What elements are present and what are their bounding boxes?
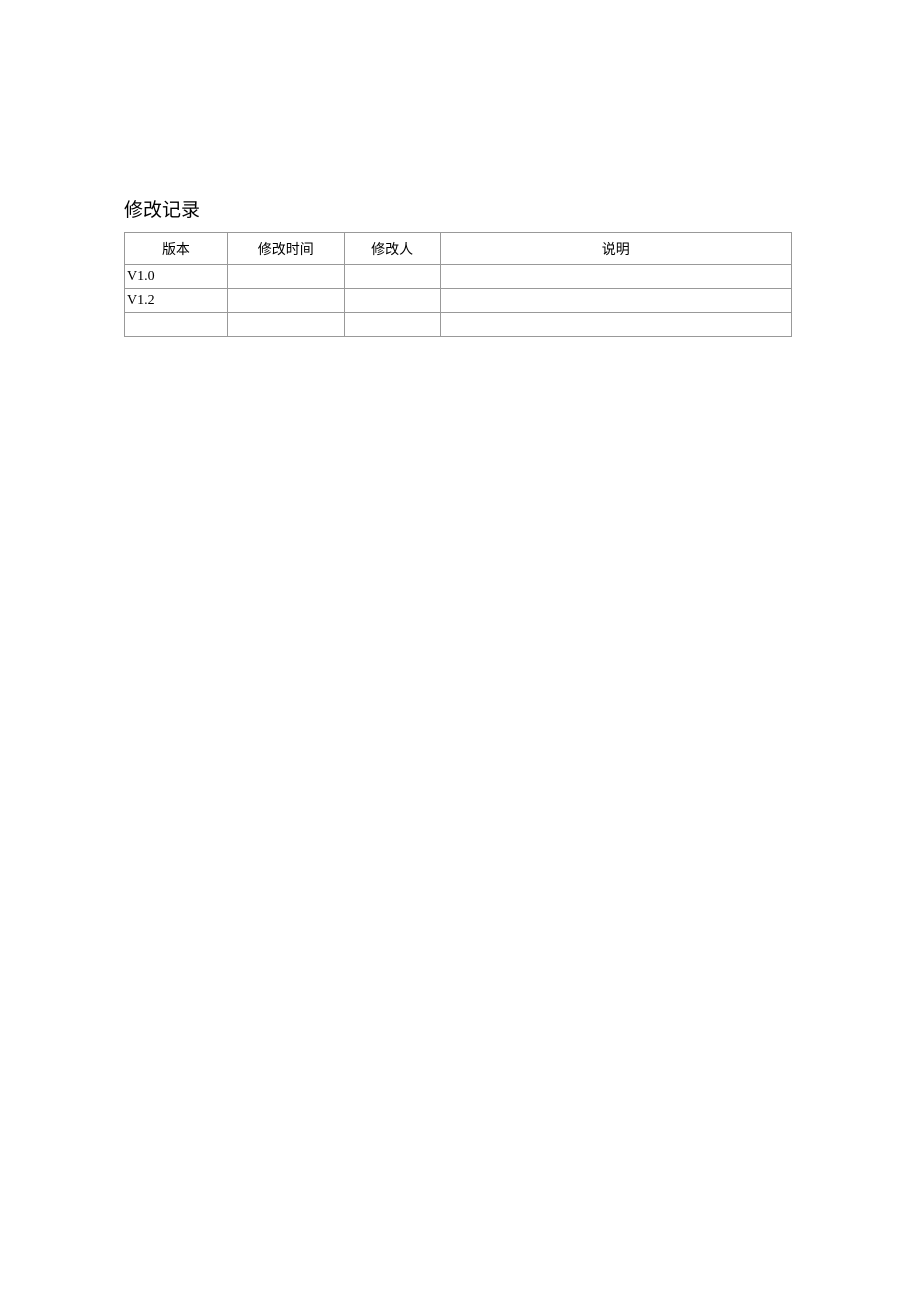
table-row [125,313,792,337]
header-version: 版本 [125,233,228,265]
header-author: 修改人 [344,233,440,265]
header-time: 修改时间 [227,233,344,265]
cell-time [227,265,344,289]
cell-author [344,289,440,313]
cell-description [440,265,791,289]
table-row: V1.2 [125,289,792,313]
cell-description [440,313,791,337]
revision-table: 版本 修改时间 修改人 说明 V1.0 V1.2 [124,232,792,337]
cell-version: V1.2 [125,289,228,313]
cell-author [344,265,440,289]
cell-version [125,313,228,337]
cell-description [440,289,791,313]
cell-time [227,289,344,313]
cell-author [344,313,440,337]
header-description: 说明 [440,233,791,265]
cell-time [227,313,344,337]
cell-version: V1.0 [125,265,228,289]
table-header-row: 版本 修改时间 修改人 说明 [125,233,792,265]
section-title: 修改记录 [124,195,920,222]
table-row: V1.0 [125,265,792,289]
